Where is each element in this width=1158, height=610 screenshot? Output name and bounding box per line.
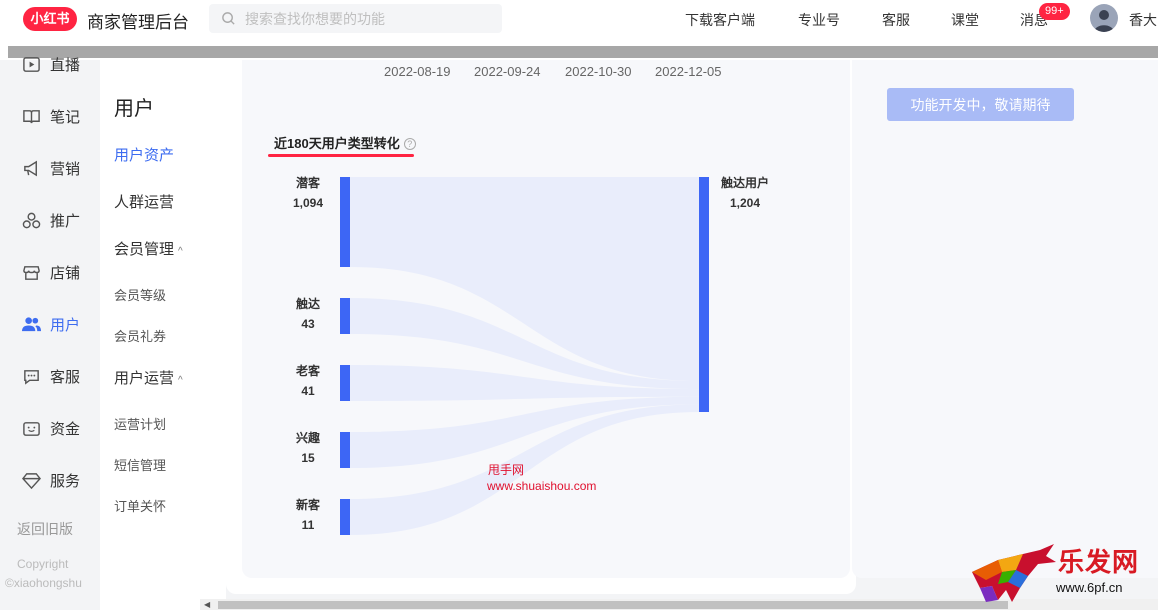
- corner-watermark-logo: 乐发网 www.6pf.cn: [968, 542, 1158, 610]
- corner-brand-text: 乐发网: [1058, 548, 1140, 578]
- chart-panel: 2022-08-19 2022-09-24 2022-10-30 2022-12…: [242, 60, 850, 578]
- feature-in-development-button[interactable]: 功能开发中，敬请期待: [887, 88, 1074, 121]
- megaphone-icon: [24, 160, 37, 176]
- message-count-badge: 99+: [1039, 3, 1070, 20]
- source-node-value: 43: [301, 317, 315, 331]
- watermark-url: www.shuaishou.com: [487, 479, 597, 493]
- scrollbar-thumb[interactable]: [218, 601, 1008, 609]
- top-scrollbar-track[interactable]: [8, 46, 1158, 58]
- diamond-icon: [22, 472, 41, 489]
- nav-item-users[interactable]: 用户: [22, 312, 80, 336]
- submenu-item-member-level[interactable]: 会员等级: [114, 285, 166, 304]
- book-icon: [23, 109, 40, 123]
- submenu-item-ops-plan[interactable]: 运营计划: [114, 414, 166, 433]
- corner-site-url: www.6pf.cn: [1056, 580, 1123, 595]
- submenu-item-sms[interactable]: 短信管理: [114, 455, 166, 474]
- submenu-group-membership[interactable]: 会员管理 ^: [114, 238, 183, 259]
- play-icon: [23, 56, 40, 72]
- nav-item-label: 服务: [50, 472, 81, 490]
- classroom-link[interactable]: 课堂: [951, 10, 979, 30]
- nav-item-notes[interactable]: 笔记: [22, 104, 80, 128]
- back-to-old-version-link[interactable]: 返回旧版: [17, 519, 73, 539]
- nav-item-label: 笔记: [50, 108, 81, 126]
- submenu-item-member-coupons[interactable]: 会员礼券: [114, 326, 166, 345]
- nav-item-store[interactable]: 店铺: [22, 260, 80, 284]
- submenu-item-user-assets[interactable]: 用户资产: [114, 144, 174, 165]
- target-node-value: 1,204: [730, 196, 760, 210]
- chevron-up-icon: ^: [178, 246, 183, 257]
- copyright-owner: ©xiaohongshu: [5, 576, 82, 590]
- users-icon: [22, 316, 41, 331]
- source-node-label: 触达: [296, 296, 320, 311]
- bull-logo-icon: [972, 544, 1056, 602]
- wallet-icon: [23, 421, 40, 436]
- sankey-source-node[interactable]: [340, 298, 350, 334]
- sankey-source-node[interactable]: [340, 365, 350, 401]
- user-avatar-icon: [1094, 10, 1114, 32]
- source-node-label: 老客: [296, 363, 321, 378]
- source-node-label: 兴趣: [296, 430, 321, 445]
- chevron-up-icon: ^: [178, 375, 183, 386]
- sankey-source-node[interactable]: [340, 177, 350, 267]
- xiaohongshu-logo[interactable]: 小红书: [23, 7, 77, 31]
- sub-menu: 用户 用户资产 人群运营 会员管理 ^ 会员等级 会员礼券 用户运营 ^ 运营计划 …: [100, 60, 226, 610]
- sankey-source-node[interactable]: [340, 432, 350, 468]
- nav-item-live[interactable]: 直播: [22, 52, 80, 76]
- nav-item-service[interactable]: 服务: [22, 468, 80, 492]
- source-node-value: 1,094: [293, 196, 323, 210]
- nav-item-label: 客服: [50, 368, 81, 386]
- submenu-group-label: 用户运营: [114, 370, 175, 387]
- source-node-value: 11: [302, 518, 315, 532]
- username[interactable]: 香大: [1129, 10, 1157, 30]
- nav-item-label: 店铺: [50, 264, 81, 282]
- submenu-group-user-ops[interactable]: 用户运营 ^: [114, 367, 183, 388]
- scroll-left-arrow-icon[interactable]: ◀: [204, 600, 210, 609]
- nav-item-label: 用户: [50, 316, 81, 334]
- search-icon: [222, 12, 235, 25]
- right-panel: 功能开发中，敬请期待: [852, 60, 1158, 578]
- avatar[interactable]: [1090, 4, 1118, 32]
- nav-item-promotion[interactable]: 推广: [22, 208, 80, 232]
- top-bar: 小红书 商家管理后台 下载客户端 专业号 客服 课堂 消息 99+ 香大: [0, 0, 1158, 44]
- chat-icon: [24, 369, 39, 385]
- source-node-value: 41: [301, 384, 315, 398]
- source-node-label: 潜客: [296, 175, 321, 190]
- sankey-source-node[interactable]: [340, 499, 350, 535]
- customer-service-link[interactable]: 客服: [882, 10, 910, 30]
- submenu-item-crowd-ops[interactable]: 人群运营: [114, 191, 174, 212]
- nav-item-customer-service[interactable]: 客服: [22, 364, 80, 388]
- nav-item-marketing[interactable]: 营销: [22, 156, 80, 180]
- submenu-item-order-care[interactable]: 订单关怀: [114, 496, 166, 515]
- side-nav: 直播 笔记 营销 推广 店铺 用户 客服 资金 服务 返回旧版 Copyrigh…: [0, 57, 100, 610]
- source-node-value: 15: [301, 451, 315, 465]
- professional-account-link[interactable]: 专业号: [798, 10, 840, 30]
- chart-card: 2022-08-19 2022-09-24 2022-10-30 2022-12…: [226, 60, 856, 594]
- target-node-label: 触达用户: [721, 175, 769, 190]
- store-icon: [23, 265, 40, 280]
- submenu-group-label: 会员管理: [114, 241, 175, 258]
- download-client-link[interactable]: 下载客户端: [685, 10, 755, 30]
- watermark-text: 甩手网: [488, 463, 525, 477]
- nav-item-funds[interactable]: 资金: [22, 416, 80, 440]
- share-nodes-icon: [22, 212, 41, 228]
- sankey-chart: 潜客 1,094 触达 43 老客 41 兴趣 15 新客 11 触达用户 1,204: [293, 175, 769, 535]
- app-title: 商家管理后台: [87, 13, 189, 32]
- sankey-target-node[interactable]: [699, 177, 709, 412]
- search-box[interactable]: [209, 4, 502, 33]
- top-scrollbar[interactable]: [0, 44, 1158, 60]
- nav-item-label: 直播: [50, 56, 81, 74]
- nav-item-label: 推广: [50, 212, 81, 230]
- search-input[interactable]: [245, 4, 495, 33]
- submenu-title: 用户: [114, 98, 154, 120]
- main-content: 2022-08-19 2022-09-24 2022-10-30 2022-12…: [226, 60, 1158, 610]
- source-node-label: 新客: [296, 497, 321, 512]
- copyright-text: Copyright: [17, 557, 69, 571]
- nav-item-label: 资金: [50, 420, 81, 438]
- nav-item-label: 营销: [50, 160, 81, 178]
